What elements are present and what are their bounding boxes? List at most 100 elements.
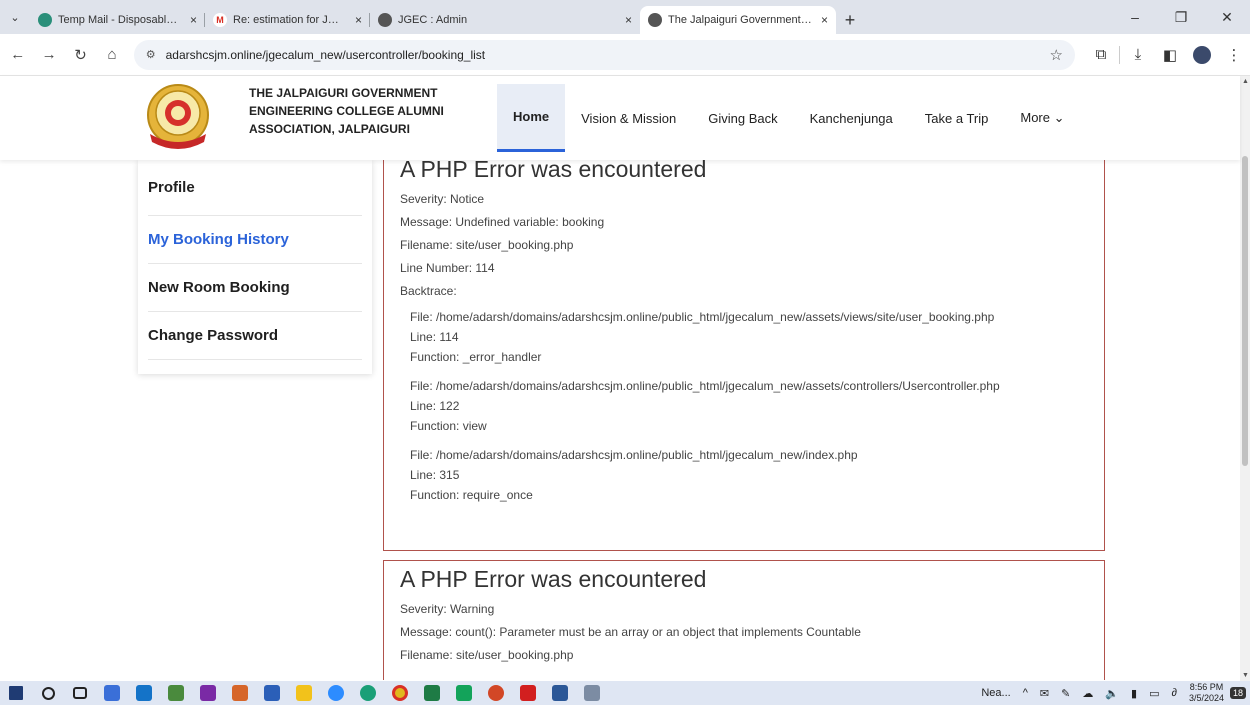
- site-brand-title[interactable]: THE JALPAIGURI GOVERNMENT ENGINEERING CO…: [249, 84, 469, 138]
- close-window-icon[interactable]: ✕: [1204, 0, 1250, 34]
- scrollbar-thumb[interactable]: [1242, 156, 1248, 466]
- chevron-up-icon[interactable]: ^: [1017, 687, 1034, 699]
- toolbar-divider: [1119, 45, 1120, 64]
- error-backtrace-label: Backtrace:: [400, 284, 457, 298]
- word-app-icon[interactable]: [544, 681, 576, 705]
- nav-take-a-trip[interactable]: Take a Trip: [909, 84, 1005, 152]
- system-tray: Nea... ^ ✉ ✎ ☁ 🔈 ▮ ▭ ∂ 8:56 PM 3/5/2024 …: [975, 681, 1250, 705]
- excel-app-icon[interactable]: [416, 681, 448, 705]
- backtrace-function: Function: view: [410, 419, 487, 433]
- reload-icon[interactable]: ↻: [67, 41, 94, 69]
- globe-icon: [648, 13, 662, 27]
- backtrace-line: Line: 114: [410, 330, 459, 344]
- php-error-box: A PHP Error was encountered Severity: No…: [383, 150, 1105, 551]
- taskbar-clock[interactable]: 8:56 PM 3/5/2024: [1183, 682, 1230, 704]
- volume-icon[interactable]: 🔈: [1099, 687, 1125, 700]
- tab-title: JGEC : Admin: [398, 14, 468, 26]
- sidebar-item-change-password[interactable]: Change Password: [148, 312, 362, 360]
- browser-tab-temp-mail[interactable]: Temp Mail - Disposable Tempo ×: [30, 6, 205, 34]
- backtrace-function: Function: _error_handler: [410, 350, 542, 364]
- account-sidebar: Profile My Booking History New Room Book…: [138, 160, 372, 374]
- notification-badge[interactable]: 18: [1229, 687, 1246, 699]
- download-icon[interactable]: ⤓: [1122, 41, 1154, 69]
- battery-icon[interactable]: ▭: [1143, 687, 1165, 700]
- scroll-up-icon[interactable]: ▲: [1242, 78, 1249, 85]
- close-icon[interactable]: ×: [821, 13, 828, 27]
- outlook-app-icon[interactable]: [128, 681, 160, 705]
- window-controls: – ❐ ✕: [1112, 0, 1250, 34]
- clock-time: 8:56 PM: [1189, 682, 1224, 692]
- page-scrollbar[interactable]: ▲ ▼: [1240, 76, 1250, 681]
- backtrace-entry: File: /home/adarsh/domains/adarshcsjm.on…: [410, 376, 1088, 436]
- nav-home[interactable]: Home: [497, 84, 566, 152]
- profile-avatar-icon[interactable]: [1186, 41, 1218, 69]
- tab-title: Temp Mail - Disposable Tempo: [58, 14, 182, 26]
- powerpoint-app-icon[interactable]: [480, 681, 512, 705]
- nav-vision-mission[interactable]: Vision & Mission: [565, 84, 692, 152]
- alumni-logo[interactable]: [142, 82, 214, 154]
- windows-start-icon[interactable]: [0, 681, 32, 705]
- cloud-icon[interactable]: ☁: [1076, 687, 1099, 700]
- mail-icon[interactable]: ✉: [1034, 687, 1055, 700]
- browser-toolbar: ← → ↻ ⌂ ⚙ adarshcsjm.online/jgecalum_new…: [0, 34, 1250, 76]
- error-message: Message: Undefined variable: booking: [400, 215, 605, 229]
- error-severity: Severity: Warning: [400, 602, 495, 616]
- weather-widget[interactable]: Nea...: [975, 687, 1016, 699]
- windows-taskbar: Nea... ^ ✉ ✎ ☁ 🔈 ▮ ▭ ∂ 8:56 PM 3/5/2024 …: [0, 681, 1250, 705]
- chrome-app-icon[interactable]: [384, 681, 416, 705]
- backtrace-function: Function: require_once: [410, 488, 533, 502]
- browser-tab-strip: ⌄ Temp Mail - Disposable Tempo × M Re: e…: [0, 0, 1250, 34]
- scroll-down-icon[interactable]: ▼: [1242, 672, 1249, 679]
- error-message: Message: count(): Parameter must be an a…: [400, 625, 861, 639]
- browser-tab-gmail[interactable]: M Re: estimation for JGEC alumni ×: [205, 6, 370, 34]
- close-icon[interactable]: ×: [355, 13, 362, 27]
- teams-app-icon[interactable]: [224, 681, 256, 705]
- calculator-app-icon[interactable]: [96, 681, 128, 705]
- zoom-app-icon[interactable]: [320, 681, 352, 705]
- sidebar-item-booking-history[interactable]: My Booking History: [148, 216, 362, 264]
- nav-more[interactable]: More ⌄: [1004, 84, 1080, 152]
- side-panel-icon[interactable]: ◧: [1154, 41, 1186, 69]
- tools-app-icon[interactable]: [576, 681, 608, 705]
- backtrace-line: Line: 315: [410, 468, 460, 482]
- pen-icon[interactable]: ✎: [1055, 687, 1076, 700]
- nav-kanchenjunga[interactable]: Kanchenjunga: [794, 84, 909, 152]
- forward-icon[interactable]: →: [35, 41, 62, 69]
- paint-app-icon[interactable]: [256, 681, 288, 705]
- bookmark-star-icon[interactable]: ☆: [1050, 46, 1063, 64]
- backtrace-file: File: /home/adarsh/domains/adarshcsjm.on…: [410, 379, 1000, 393]
- menu-dots-icon[interactable]: ⋮: [1218, 41, 1250, 69]
- nav-giving-back[interactable]: Giving Back: [692, 84, 793, 152]
- microphone-icon[interactable]: ▮: [1125, 687, 1143, 700]
- site-info-icon[interactable]: ⚙: [146, 48, 156, 61]
- clock-date: 3/5/2024: [1188, 693, 1224, 703]
- new-tab-button[interactable]: +: [836, 6, 864, 34]
- backtrace-file: File: /home/adarsh/domains/adarshcsjm.on…: [410, 448, 858, 462]
- close-icon[interactable]: ×: [190, 13, 197, 27]
- sidebar-item-profile[interactable]: Profile: [148, 160, 362, 216]
- tab-search-chevron-icon[interactable]: ⌄: [0, 0, 30, 34]
- error-line-number: Line Number: 114: [400, 261, 495, 275]
- browser-tab-jgec-admin[interactable]: JGEC : Admin ×: [370, 6, 640, 34]
- close-icon[interactable]: ×: [625, 13, 632, 27]
- file-explorer-icon[interactable]: [288, 681, 320, 705]
- address-bar[interactable]: ⚙ adarshcsjm.online/jgecalum_new/usercon…: [133, 39, 1075, 70]
- task-view-icon[interactable]: [64, 681, 96, 705]
- acrobat-app-icon[interactable]: [512, 681, 544, 705]
- url-text: adarshcsjm.online/jgecalum_new/usercontr…: [165, 47, 486, 62]
- edge-app-icon[interactable]: [352, 681, 384, 705]
- home-icon[interactable]: ⌂: [98, 41, 125, 69]
- site-header: THE JALPAIGURI GOVERNMENT ENGINEERING CO…: [0, 76, 1240, 160]
- onenote-app-icon[interactable]: [192, 681, 224, 705]
- search-icon[interactable]: [32, 681, 64, 705]
- backtrace-list: File: /home/adarsh/domains/adarshcsjm.on…: [410, 307, 1088, 505]
- clock-app-icon[interactable]: [448, 681, 480, 705]
- browser-tab-jalpaiguri[interactable]: The Jalpaiguri Government Eng ×: [640, 6, 836, 34]
- back-icon[interactable]: ←: [4, 41, 31, 69]
- extensions-icon[interactable]: ⧉: [1085, 41, 1117, 69]
- stylus-icon[interactable]: ∂: [1166, 687, 1183, 699]
- photos-app-icon[interactable]: [160, 681, 192, 705]
- minimize-icon[interactable]: –: [1112, 0, 1158, 34]
- restore-icon[interactable]: ❐: [1158, 0, 1204, 34]
- sidebar-item-new-room-booking[interactable]: New Room Booking: [148, 264, 362, 312]
